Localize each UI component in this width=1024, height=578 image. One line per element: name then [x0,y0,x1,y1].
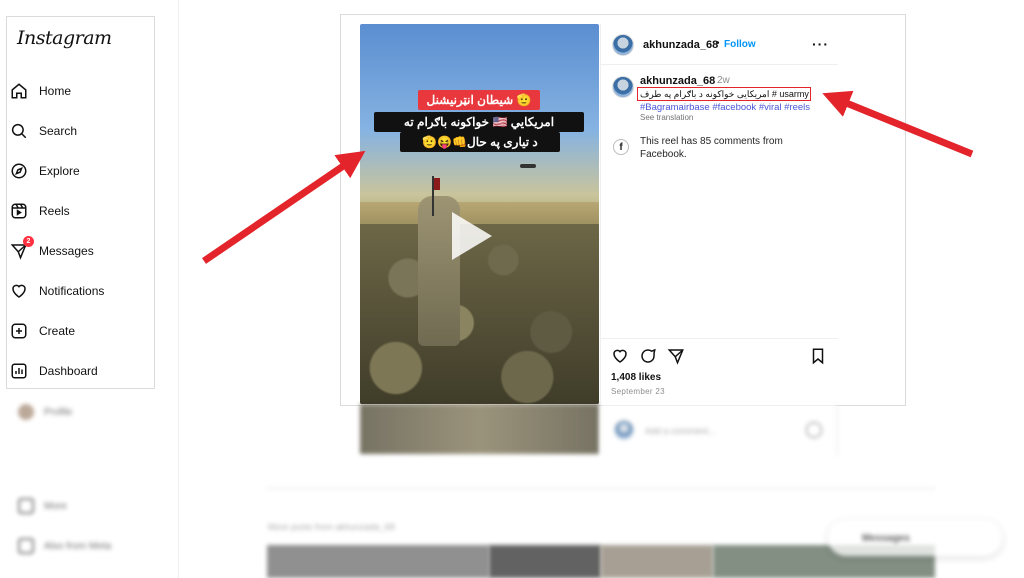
reel-video[interactable]: شیطان انټرنیشنل 🫡 امریکایي 🇺🇸 خواکونه با… [360,24,599,404]
more-post-thumb[interactable] [601,545,713,578]
facebook-comments-note: This reel has 85 comments from Facebook. [640,136,783,160]
play-icon[interactable] [452,212,492,260]
emoji-icon[interactable] [806,422,822,438]
sidebar-item-label: Messages [39,244,94,258]
more-post-thumb[interactable] [267,545,489,578]
sidebar-item-home[interactable]: Home [10,78,71,104]
sidebar-item-notifications[interactable]: Notifications [10,278,104,304]
messages-icon: 2 [10,236,34,260]
more-post-thumb[interactable] [489,545,601,578]
sidebar-divider [178,0,179,578]
caption-text: امریکایی خواکونه د باګرام په طرف # usarm… [637,87,811,101]
comment-input[interactable]: Add a comment... [645,426,716,436]
comment-area [601,404,838,456]
caption-username[interactable]: akhunzada_68 [640,75,715,87]
messages-badge: 2 [23,236,34,247]
panel-divider [600,24,601,404]
sidebar-item-profile[interactable]: Profile [18,404,72,420]
sidebar-item-messages[interactable]: 2 Messages [10,236,94,264]
dot-separator: • [716,38,720,49]
author-avatar[interactable] [612,34,634,56]
header-divider [601,64,838,65]
home-icon [10,82,28,100]
sidebar-item-label: Search [39,124,78,138]
video-caption-line1: امریکایي 🇺🇸 خواکونه باګرام ته [374,112,584,132]
sidebar-item-meta[interactable]: Also from Meta [18,538,111,554]
save-icon[interactable] [809,347,827,365]
sidebar-item-more[interactable]: More [18,498,67,514]
menu-icon [18,498,34,514]
sidebar-item-label: Home [39,84,72,98]
like-count[interactable]: 1,408 likes [611,372,661,383]
sidebar-item-label: Reels [39,204,70,218]
more-posts-heading: More posts from akhunzada_68 [268,522,395,532]
share-icon[interactable] [667,347,685,365]
like-icon[interactable] [611,347,629,365]
sidebar-item-label: Notifications [39,284,105,298]
heart-icon [10,282,28,300]
sidebar-item-label: Profile [44,406,73,418]
hashtag-links[interactable]: #Bagramairbase #facebook #viral #reels [640,102,810,113]
messages-pill-label: Messages [862,532,910,544]
compass-icon [10,162,28,180]
post-media-continued [360,404,599,454]
instagram-page: Instagram Home Search Explore Reels 2 Me… [0,0,1024,578]
caption-avatar[interactable] [612,76,634,98]
plus-square-icon [10,322,28,340]
meta-icon [18,538,34,554]
sidebar-item-dashboard[interactable]: Dashboard [10,358,98,384]
see-translation-link[interactable]: See translation [640,113,693,122]
sidebar-item-label: Also from Meta [44,540,112,552]
follow-button[interactable]: Follow [724,39,756,50]
sidebar-item-search[interactable]: Search [10,118,77,144]
messages-pill[interactable]: Messages [828,520,1002,556]
sidebar-item-label: Dashboard [39,364,98,378]
commenter-avatar [614,420,634,440]
comment-icon[interactable] [639,347,657,365]
sidebar-item-create[interactable]: Create [10,318,75,344]
dashboard-icon [10,362,28,380]
section-divider [266,488,936,489]
sidebar-item-reels[interactable]: Reels [10,198,70,224]
sidebar-item-label: Explore [39,164,80,178]
reels-icon [10,202,28,220]
post-time: 2w [717,75,730,86]
more-options-icon[interactable]: ··· [812,36,829,52]
profile-avatar-icon [18,404,34,420]
actions-divider [601,338,838,339]
post-date: September 23 [611,387,665,396]
arrow-to-video [202,150,366,264]
search-icon [10,122,28,140]
sidebar-item-explore[interactable]: Explore [10,158,80,184]
flag [434,178,440,190]
video-caption-line2: د تیاری په حال👊😝🫡 [400,132,560,152]
instagram-logo[interactable]: Instagram [17,27,112,49]
sidebar-item-label: Create [39,324,76,338]
facebook-icon: f [613,139,629,155]
helicopter [520,164,536,168]
sidebar-item-label: More [44,500,67,512]
author-username[interactable]: akhunzada_68 [643,39,718,51]
video-caption-red: شیطان انټرنیشنل 🫡 [418,90,540,110]
